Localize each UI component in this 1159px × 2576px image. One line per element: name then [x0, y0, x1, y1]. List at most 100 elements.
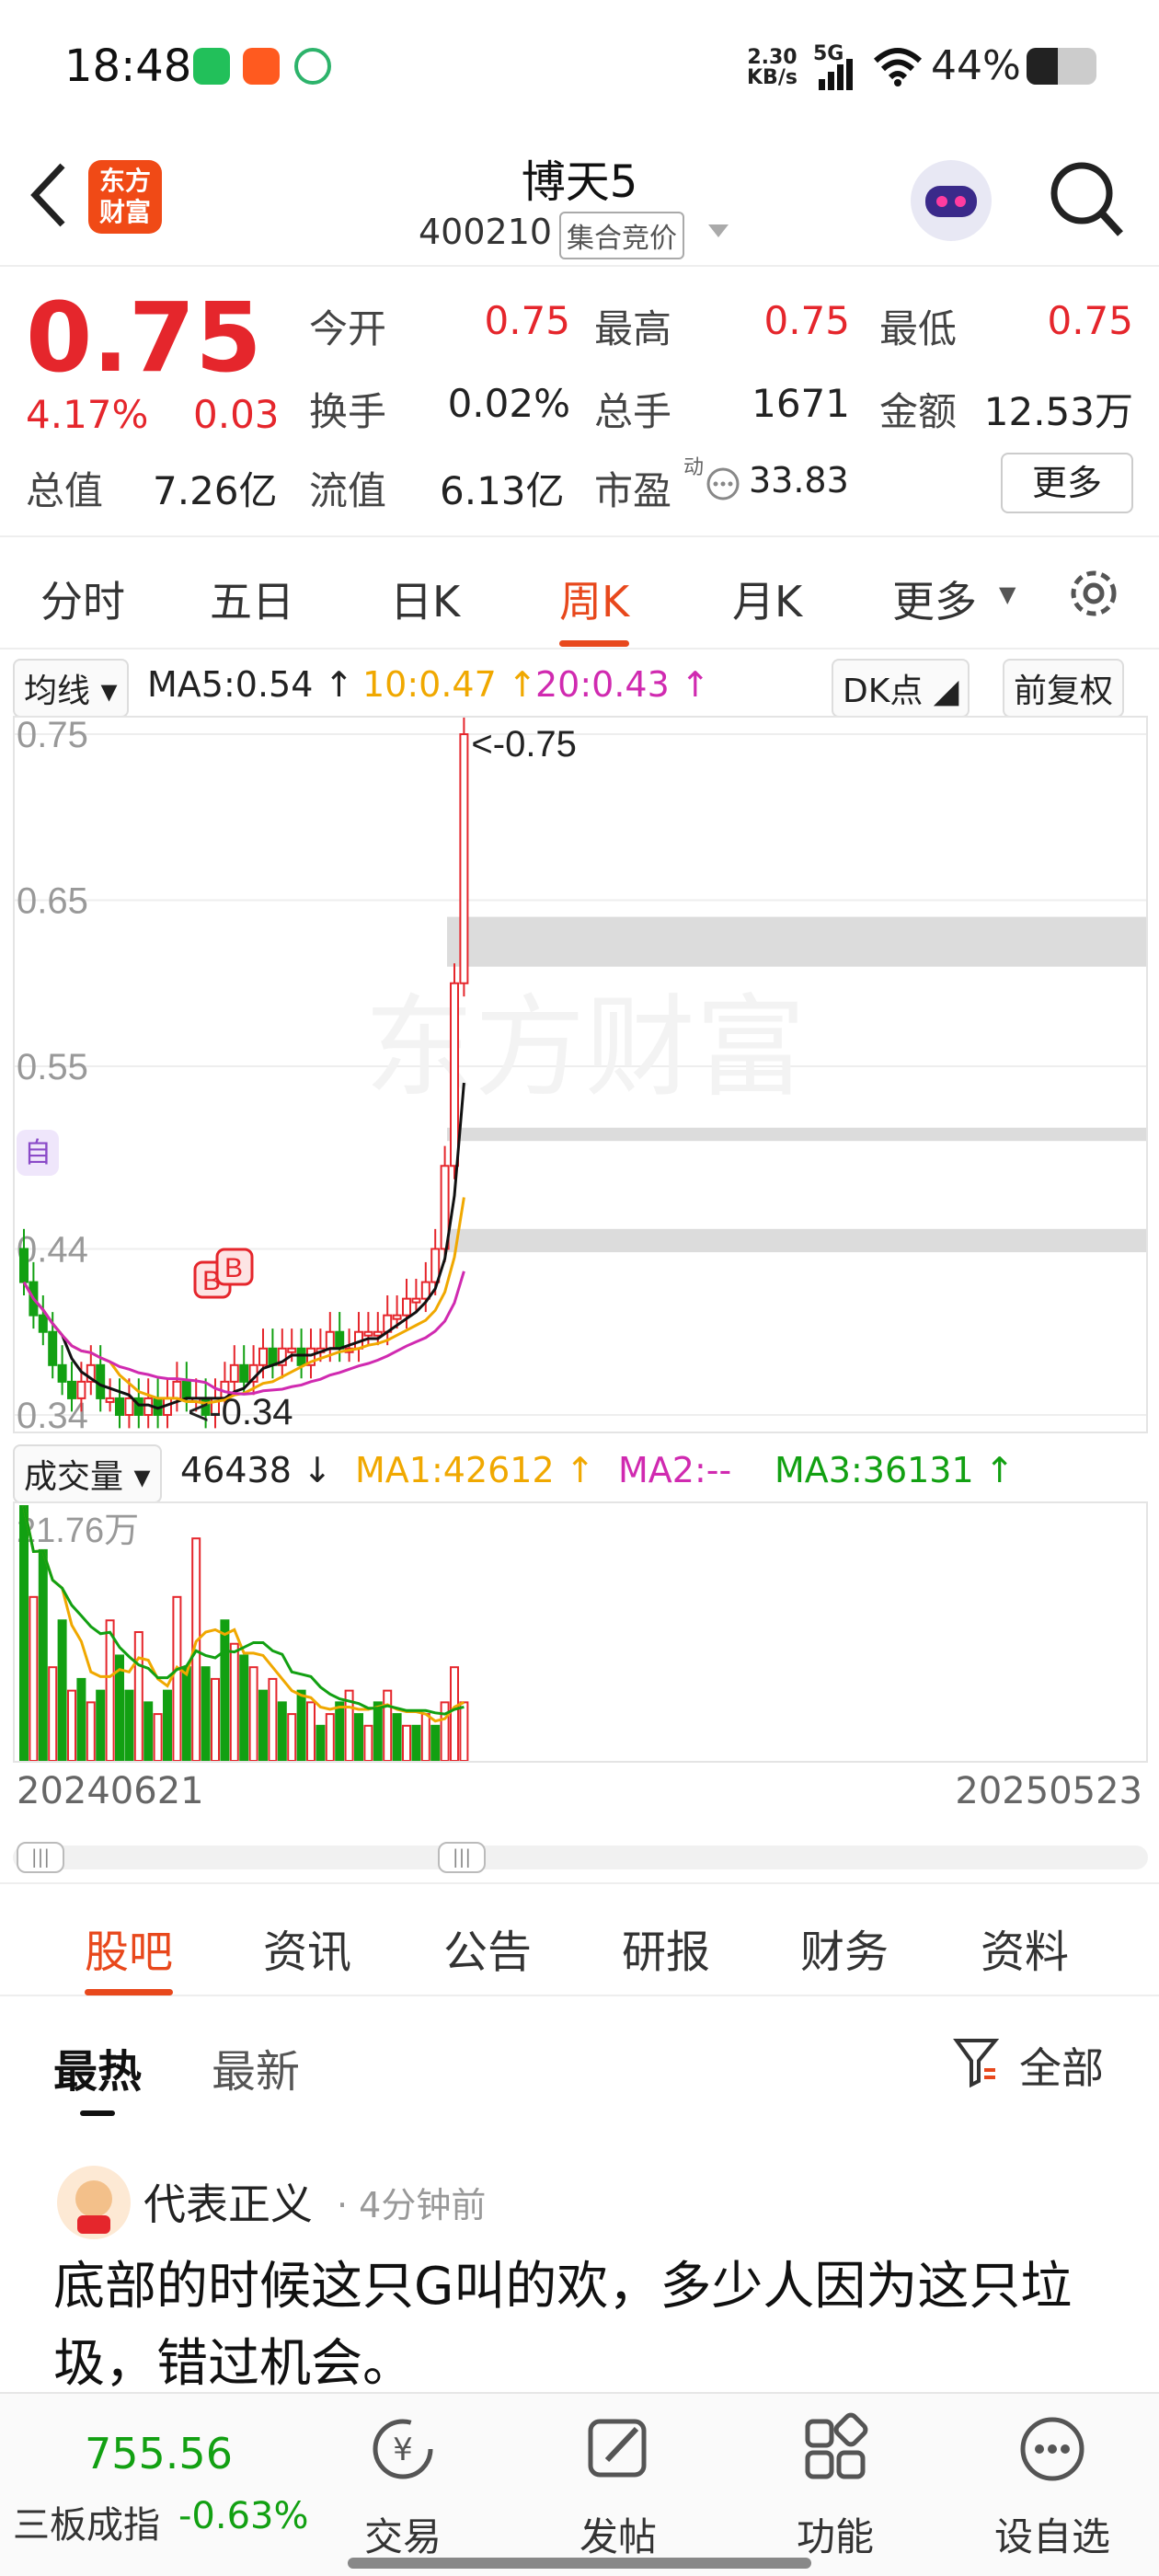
change-amount: 0.03: [193, 392, 280, 437]
y-tick-0: 0.75: [17, 718, 88, 755]
subtab-1[interactable]: 资讯: [263, 1915, 351, 1980]
candle-45: [450, 982, 459, 1167]
more-dots-icon[interactable]: [979, 2412, 1126, 2490]
dk-point-button[interactable]: DK点 ◢: [832, 659, 970, 718]
vol-bar-1: [29, 1595, 39, 1763]
vol-bar-6: [76, 1677, 86, 1762]
tab-0[interactable]: 分时: [40, 569, 125, 629]
vol-bar-26: [268, 1677, 278, 1762]
quote-value-5: 12.53万: [983, 389, 1133, 434]
quote-value-2: 0.75: [1047, 298, 1133, 343]
tab-4[interactable]: 月K: [732, 569, 802, 629]
vol-bar-45: [450, 1666, 459, 1763]
candle-23: [239, 1363, 249, 1383]
candle-33: [335, 1330, 345, 1350]
robot-assistant-icon[interactable]: [905, 155, 997, 247]
nav-label-3[interactable]: 设自选: [979, 2506, 1126, 2562]
home-indicator[interactable]: [348, 2558, 811, 2569]
quote-value-3: 0.02%: [447, 381, 570, 426]
battery-percent: 44%: [931, 42, 1021, 89]
author-name[interactable]: 代表正义: [143, 2171, 313, 2232]
quote-more-button[interactable]: 更多: [1001, 453, 1133, 513]
feed-tab-0[interactable]: 最热: [53, 2035, 142, 2116]
post-text: 底部的时候这只G叫的欢，多少人因为这只垃圾，错过机会。: [53, 2257, 1073, 2392]
vol-bar-25: [258, 1689, 268, 1763]
filter-label[interactable]: 全部: [1019, 2035, 1104, 2096]
vol-bar-23: [239, 1654, 249, 1762]
ma5-value: MA5:0.54 ↑: [147, 664, 354, 705]
adjust-button[interactable]: 前复权: [1003, 659, 1125, 718]
vol-bar-9: [105, 1619, 115, 1763]
indicator-select[interactable]: 均线 ▾: [13, 659, 129, 718]
battery-icon: [1027, 48, 1096, 85]
post-edit-icon[interactable]: [545, 2412, 692, 2490]
range-end-handle[interactable]: |||: [438, 1842, 486, 1873]
quote-label-3: 换手: [309, 389, 387, 434]
index-value[interactable]: 755.56: [85, 2429, 233, 2478]
subtab-2[interactable]: 公告: [443, 1915, 532, 1980]
candle-29: [296, 1347, 306, 1366]
status-bar: 18:48 2.30 KB/s 5G 44%: [0, 0, 1159, 138]
range-start-handle[interactable]: |||: [17, 1842, 64, 1873]
status-time: 18:48: [64, 40, 192, 92]
volume-chart[interactable]: 21.76万: [13, 1501, 1148, 1763]
index-name[interactable]: 三板成指: [13, 2495, 160, 2548]
vol-bar-32: [325, 1713, 335, 1763]
kline-period-tabs: 分时 五日 日K 周K 月K 更多 ▼: [0, 535, 1159, 650]
subtab-3[interactable]: 研报: [622, 1915, 710, 1980]
tab-1[interactable]: 五日: [210, 569, 294, 629]
tab-3[interactable]: 周K: [559, 569, 630, 647]
current-price: 0.75: [26, 282, 262, 394]
candle-22: [229, 1363, 239, 1383]
vol-bar-12: [133, 1631, 143, 1762]
functions-grid-icon[interactable]: [762, 2412, 909, 2490]
pressure-band-0: [447, 916, 1146, 967]
vol-bar-39: [392, 1713, 402, 1763]
tab-5[interactable]: 更多: [892, 569, 977, 629]
chart-range-scrollbar[interactable]: ||| |||: [13, 1842, 1148, 1873]
subtab-4[interactable]: 财务: [800, 1915, 889, 1980]
vol-bar-16: [172, 1595, 182, 1763]
nav-label-1[interactable]: 发帖: [545, 2506, 692, 2562]
volume-select[interactable]: 成交量 ▾: [13, 1444, 162, 1503]
candle-39: [392, 1314, 402, 1320]
quote-value-7: 6.13亿: [440, 468, 565, 513]
kline-chart[interactable]: 0.75 0.65 0.55 0.44 0.34 东方财富 <-0.75 <-0.34 自 B B: [13, 714, 1148, 1436]
vol-bar-28: [287, 1713, 297, 1763]
vol-bar-42: [420, 1713, 430, 1763]
vol-bar-24: [248, 1666, 258, 1763]
tab-2[interactable]: 日K: [390, 569, 460, 629]
candle-46: [459, 733, 469, 984]
info-tabs: 股吧 资讯 公告 研报 财务 资料: [0, 1882, 1159, 1996]
candle-4: [57, 1363, 67, 1383]
vol-bar-27: [277, 1701, 287, 1762]
settings-gear-icon[interactable]: [1063, 563, 1124, 624]
subtab-5[interactable]: 资料: [981, 1915, 1069, 1980]
vol-bar-31: [316, 1724, 326, 1762]
subtab-0[interactable]: 股吧: [85, 1915, 174, 1995]
vol-bar-20: [211, 1677, 220, 1762]
search-icon[interactable]: [1047, 158, 1126, 241]
kline-svg: 0.750.650.550.440.34东方财富<-0.75<-0.34自B B: [15, 714, 1146, 1436]
vol-bar-8: [96, 1689, 106, 1763]
nav-label-0[interactable]: 交易: [329, 2506, 476, 2562]
pe-info-icon[interactable]: [705, 466, 741, 502]
vol-bar-5: [67, 1689, 76, 1763]
trade-icon[interactable]: ¥: [329, 2412, 476, 2490]
filter-icon[interactable]: [953, 2037, 999, 2088]
candle-36: [363, 1330, 373, 1337]
vol-bar-43: [430, 1724, 441, 1762]
candle-32: [325, 1330, 335, 1350]
feed-tab-1[interactable]: 最新: [212, 2035, 300, 2099]
nav-label-2[interactable]: 功能: [762, 2506, 909, 2562]
dropdown-triangle-icon[interactable]: [706, 223, 730, 239]
vol-bar-29: [296, 1689, 306, 1763]
author-avatar[interactable]: [55, 2164, 132, 2241]
vol-bar-19: [201, 1666, 211, 1763]
more-triangle-icon[interactable]: ▼: [999, 581, 1016, 607]
quote-label-1: 最高: [594, 306, 672, 351]
candle-10: [115, 1397, 124, 1416]
quote-label-6: 总值: [26, 468, 104, 513]
index-change[interactable]: -0.63%: [178, 2495, 309, 2537]
vol-bar-41: [411, 1724, 421, 1762]
